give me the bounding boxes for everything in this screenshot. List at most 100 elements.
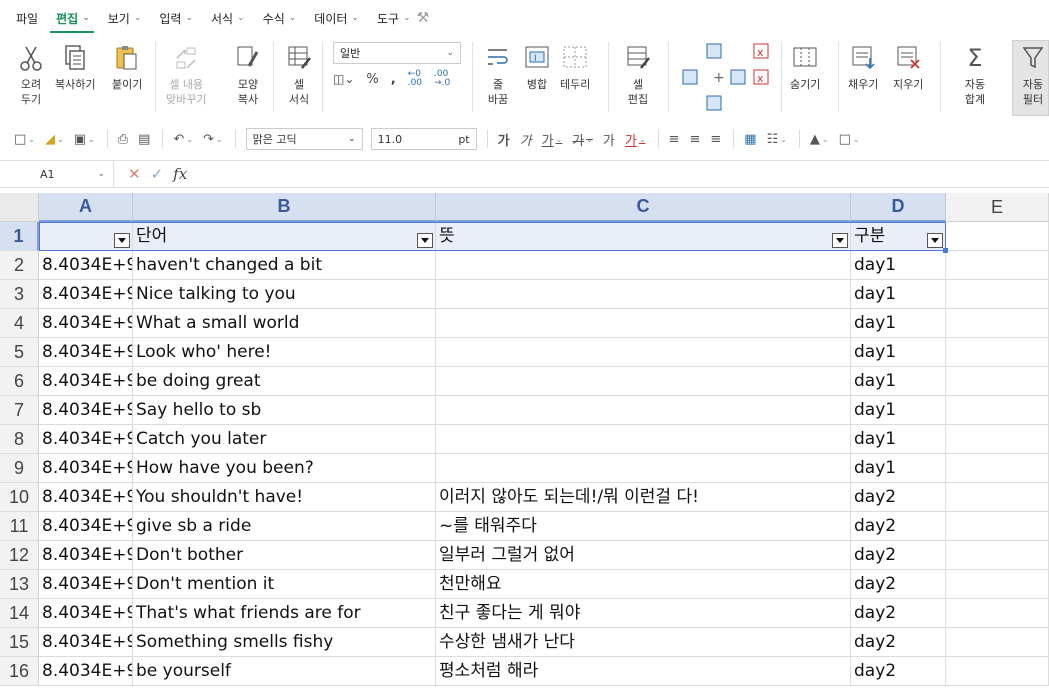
cell-d[interactable]: day1: [851, 425, 946, 454]
cell-a[interactable]: 8.4034E+9: [39, 425, 133, 454]
cell-a[interactable]: 8.4034E+9: [39, 280, 133, 309]
cell-a[interactable]: 8.4034E+9: [39, 483, 133, 512]
cell-b[interactable]: Don't bother: [133, 541, 436, 570]
column-header-b[interactable]: B: [133, 193, 436, 222]
name-box[interactable]: A1 ⌄: [0, 161, 114, 187]
cell-outline-icon[interactable]: □ ⌄: [839, 132, 860, 147]
tools-extra-icon[interactable]: ⚒: [417, 10, 430, 26]
cell-e[interactable]: [946, 512, 1049, 541]
menu-item[interactable]: 수식 ⌄: [263, 0, 297, 36]
menu-item[interactable]: 서식 ⌄: [211, 0, 245, 36]
border-button[interactable]: 테두리: [560, 42, 590, 92]
column-header-c[interactable]: C: [436, 193, 851, 222]
cell-e[interactable]: [946, 367, 1049, 396]
column-header-e[interactable]: E: [946, 193, 1049, 222]
fill-button[interactable]: 채우기: [848, 42, 878, 92]
cell-b[interactable]: Nice talking to you: [133, 280, 436, 309]
cell-e[interactable]: [946, 396, 1049, 425]
font-size-select[interactable]: 11.0 pt: [370, 128, 477, 150]
autofilter-button[interactable]: 자동 필터: [1018, 42, 1048, 107]
bold-icon[interactable]: 가: [498, 130, 510, 149]
cell-b[interactable]: That's what friends are for: [133, 599, 436, 628]
menu-item[interactable]: 보기 ⌄: [108, 0, 142, 36]
redo-icon[interactable]: ↷ ⌄: [203, 132, 223, 147]
cell-d[interactable]: day1: [851, 454, 946, 483]
cell-a[interactable]: 8.4034E+9: [39, 628, 133, 657]
cell-e[interactable]: [946, 425, 1049, 454]
cell-b[interactable]: What a small world: [133, 309, 436, 338]
row-header[interactable]: 8: [0, 425, 39, 454]
cell-e[interactable]: [946, 338, 1049, 367]
cell-e[interactable]: [946, 570, 1049, 599]
cell-c[interactable]: 이러지 않아도 되는데!/뭐 이런걸 다!: [436, 483, 851, 512]
cell-e[interactable]: [946, 251, 1049, 280]
fill-color-icon[interactable]: ▲ ⌄: [810, 132, 829, 147]
cancel-icon[interactable]: ✕: [128, 165, 141, 183]
filter-dropdown-button[interactable]: [417, 233, 433, 248]
row-header[interactable]: 10: [0, 483, 39, 512]
cell-b[interactable]: haven't changed a bit: [133, 251, 436, 280]
number-format-select[interactable]: 일반 ⌄: [333, 42, 461, 64]
cell-e[interactable]: [946, 541, 1049, 570]
strikethrough-icon[interactable]: 가 ⌄: [572, 130, 593, 149]
function-icon[interactable]: fx: [173, 165, 187, 183]
cell-b[interactable]: Something smells fishy: [133, 628, 436, 657]
cell-c[interactable]: [436, 454, 851, 483]
cell-b[interactable]: You shouldn't have!: [133, 483, 436, 512]
cell-a[interactable]: 8.4034E+9: [39, 541, 133, 570]
format-painter-button[interactable]: 모양 복사: [233, 42, 263, 107]
currency-icon[interactable]: ◫⌄: [333, 72, 354, 86]
italic-icon[interactable]: 가: [520, 130, 532, 149]
cell-c[interactable]: [436, 338, 851, 367]
cell-b[interactable]: How have you been?: [133, 454, 436, 483]
fill-handle[interactable]: [943, 248, 948, 253]
cell-d[interactable]: day1: [851, 251, 946, 280]
paste-button[interactable]: 붙이기: [112, 42, 142, 92]
cell-b[interactable]: give sb a ride: [133, 512, 436, 541]
cell-e[interactable]: [946, 599, 1049, 628]
cell-a[interactable]: 8.4034E+9: [39, 367, 133, 396]
cell-a[interactable]: [39, 222, 133, 251]
cell-b[interactable]: be doing great: [133, 367, 436, 396]
print-icon[interactable]: ⎙: [118, 132, 128, 147]
row-header[interactable]: 11: [0, 512, 39, 541]
row-header[interactable]: 3: [0, 280, 39, 309]
menu-item[interactable]: 데이터 ⌄: [314, 0, 359, 36]
align-center-icon[interactable]: ≡: [689, 132, 700, 147]
align-left-icon[interactable]: ≡: [669, 132, 680, 147]
cell-c[interactable]: 평소처럼 해라: [436, 657, 851, 686]
cell-d[interactable]: day1: [851, 367, 946, 396]
row-header[interactable]: 6: [0, 367, 39, 396]
cell-b[interactable]: 단어: [133, 222, 436, 251]
font-shrink-icon[interactable]: 가: [603, 130, 615, 149]
cell-c[interactable]: 뜻: [436, 222, 851, 251]
cell-a[interactable]: 8.4034E+9: [39, 512, 133, 541]
merge-button[interactable]: I 병합: [522, 42, 552, 92]
cell-b[interactable]: Don't mention it: [133, 570, 436, 599]
menu-item[interactable]: 입력 ⌄: [159, 0, 193, 36]
cell-c[interactable]: 일부러 그럴거 없어: [436, 541, 851, 570]
new-document-icon[interactable]: □ ⌄: [14, 132, 35, 147]
cell-a[interactable]: 8.4034E+9: [39, 338, 133, 367]
align-right-icon[interactable]: ≡: [710, 132, 721, 147]
cell-a[interactable]: 8.4034E+9: [39, 396, 133, 425]
cell-e[interactable]: [946, 309, 1049, 338]
cell-e[interactable]: [946, 280, 1049, 309]
cell-e[interactable]: [946, 454, 1049, 483]
cell-b[interactable]: Catch you later: [133, 425, 436, 454]
font-color-icon[interactable]: 가 ⌄: [625, 130, 646, 149]
hide-button[interactable]: 숨기기: [790, 42, 820, 92]
paste-content-button[interactable]: 셀 내용 맞바꾸기: [166, 42, 206, 107]
cell-c[interactable]: 천만해요: [436, 570, 851, 599]
copy-button[interactable]: 복사하기: [55, 42, 95, 92]
border-style-icon[interactable]: ☷ ⌄: [767, 132, 787, 147]
cell-d[interactable]: day1: [851, 396, 946, 425]
font-name-select[interactable]: 맑은 고딕 ⌄: [245, 128, 363, 150]
cell-c[interactable]: [436, 251, 851, 280]
print-preview-icon[interactable]: ▤: [138, 132, 150, 147]
cell-a[interactable]: 8.4034E+9: [39, 309, 133, 338]
menu-item[interactable]: 파일: [16, 0, 38, 36]
cell-e[interactable]: [946, 657, 1049, 686]
row-header[interactable]: 5: [0, 338, 39, 367]
filter-dropdown-button[interactable]: [832, 233, 848, 248]
